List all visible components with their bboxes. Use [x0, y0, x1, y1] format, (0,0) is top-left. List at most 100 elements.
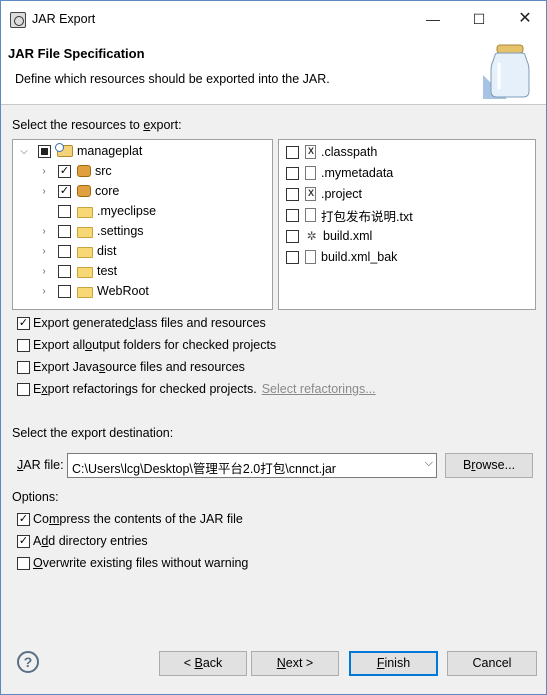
file-item-label: 打包发布说明.txt [321, 209, 413, 224]
checkbox-checked[interactable]: ✓ [17, 316, 30, 330]
chevron-right-icon[interactable]: › [38, 265, 50, 277]
checkbox-unchecked[interactable] [17, 556, 30, 570]
file-item-release-notes[interactable]: 打包发布说明.txt [286, 205, 413, 225]
file-item-label: .classpath [321, 145, 378, 159]
jar-export-dialog: JAR Export — ☐ ✕ JAR File Specification … [0, 0, 547, 695]
header-banner: JAR File Specification Define which reso… [1, 37, 546, 105]
back-button[interactable]: < Back [159, 651, 247, 676]
checkbox-unchecked[interactable] [58, 204, 71, 218]
tree-item-dist[interactable]: › dist [38, 241, 116, 261]
tree-item-label: core [95, 184, 120, 198]
close-button[interactable]: ✕ [505, 7, 545, 31]
jar-file-combo[interactable]: C:\Users\lcg\Desktop\管理平台2.0打包\cnnct.jar… [67, 453, 437, 478]
tree-item-test[interactable]: › test [38, 261, 117, 281]
tree-item-settings[interactable]: › .settings [38, 221, 144, 241]
xml-file-icon [305, 145, 316, 159]
add-directory-entries-checkbox[interactable]: ✓ Add directory entries [17, 534, 148, 548]
checkbox-unchecked[interactable] [17, 338, 30, 352]
folder-icon [77, 226, 93, 238]
chevron-right-icon[interactable]: › [38, 185, 50, 197]
resource-tree[interactable]: ⌵ manageplat › ✓ src › ✓ core .myeclipse… [12, 139, 273, 310]
file-item-label: build.xml [323, 229, 373, 243]
help-icon[interactable]: ? [17, 651, 39, 673]
file-item-project[interactable]: .project [286, 184, 362, 204]
checkbox-partial[interactable] [38, 144, 51, 158]
tree-item-label: dist [97, 244, 117, 258]
jar-file-path: C:\Users\lcg\Desktop\管理平台2.0打包\cnnct.jar [72, 462, 336, 476]
title-bar: JAR Export — ☐ ✕ [1, 1, 546, 37]
tree-item-core[interactable]: › ✓ core [38, 181, 119, 201]
tree-item-label: .settings [97, 224, 144, 238]
export-class-files-checkbox[interactable]: ✓ Export generated c lass files and resou… [17, 316, 266, 330]
tree-item-label: WebRoot [97, 284, 149, 298]
checkbox-unchecked[interactable] [286, 145, 299, 159]
checkbox-checked[interactable]: ✓ [17, 534, 30, 548]
chevron-right-icon[interactable]: › [38, 225, 50, 237]
checkbox-unchecked[interactable] [286, 166, 299, 180]
file-item-label: .mymetadata [321, 166, 394, 180]
destination-label: Select the export destination: [12, 426, 174, 440]
browse-button[interactable]: Browse... [445, 453, 533, 478]
xml-file-icon [305, 187, 316, 201]
chevron-right-icon[interactable]: › [38, 245, 50, 257]
chevron-down-icon[interactable]: ⌵ [18, 145, 30, 157]
checkbox-unchecked[interactable] [58, 244, 71, 258]
export-java-source-checkbox[interactable]: Export Java s ource files and resources [17, 360, 245, 374]
text-file-icon [305, 208, 316, 222]
chevron-right-icon[interactable]: › [38, 165, 50, 177]
tree-item-label: .myeclipse [97, 204, 157, 218]
resource-file-list[interactable]: .classpath .mymetadata .project 打包发布说明.t… [278, 139, 536, 310]
file-item-mymetadata[interactable]: .mymetadata [286, 163, 393, 183]
checkbox-checked[interactable]: ✓ [58, 164, 71, 178]
compress-contents-checkbox[interactable]: ✓ Co m press the contents of the JAR file [17, 512, 243, 526]
export-refactorings-checkbox[interactable]: Ex port refactorings for checked projects… [17, 382, 376, 396]
folder-icon [77, 246, 93, 258]
overwrite-files-checkbox[interactable]: Overwrite existing files without warning [17, 556, 248, 570]
next-button[interactable]: Next > [251, 651, 339, 676]
jar-file-label: JAR file: [17, 458, 64, 472]
finish-button[interactable]: Finish [349, 651, 438, 676]
file-icon [305, 166, 316, 180]
checkbox-unchecked[interactable] [58, 224, 71, 238]
checkbox-unchecked[interactable] [286, 250, 299, 264]
checkbox-unchecked[interactable] [17, 360, 30, 374]
jar-icon [483, 44, 530, 99]
page-description: Define which resources should be exporte… [15, 72, 330, 86]
checkbox-checked[interactable]: ✓ [58, 184, 71, 198]
project-icon [55, 143, 73, 157]
minimize-button[interactable]: — [413, 7, 453, 31]
ant-icon: ✲ [306, 228, 317, 243]
export-output-folders-checkbox[interactable]: Export all o utput folders for checked pr… [17, 338, 276, 352]
package-icon [77, 165, 91, 177]
tree-item-src[interactable]: › ✓ src [38, 161, 112, 181]
resources-label: Select the resources to export: [12, 118, 182, 132]
checkbox-unchecked[interactable] [286, 229, 299, 243]
tree-item-manageplat[interactable]: ⌵ manageplat [18, 141, 142, 161]
tree-item-label: src [95, 164, 112, 178]
file-item-label: build.xml_bak [321, 250, 398, 264]
chevron-right-icon[interactable]: › [38, 285, 50, 297]
select-refactorings-link[interactable]: Select refactorings... [262, 382, 376, 396]
tree-item-webroot[interactable]: › WebRoot [38, 281, 149, 301]
file-item-classpath[interactable]: .classpath [286, 142, 377, 162]
checkbox-unchecked[interactable] [17, 382, 30, 396]
checkbox-checked[interactable]: ✓ [17, 512, 30, 526]
cancel-button[interactable]: Cancel [447, 651, 537, 676]
package-icon [77, 185, 91, 197]
checkbox-unchecked[interactable] [58, 284, 71, 298]
tree-item-myeclipse[interactable]: .myeclipse [58, 201, 156, 221]
folder-icon [77, 286, 93, 298]
checkbox-unchecked[interactable] [286, 208, 299, 222]
file-icon [305, 250, 316, 264]
eclipse-icon [10, 12, 26, 28]
chevron-down-icon[interactable]: ⌵ [425, 457, 433, 470]
checkbox-unchecked[interactable] [286, 187, 299, 201]
folder-icon [77, 206, 93, 218]
options-label: Options: [12, 490, 59, 504]
page-title: JAR File Specification [8, 46, 145, 61]
file-item-build-xml[interactable]: ✲ build.xml [286, 226, 372, 246]
window-title: JAR Export [32, 12, 96, 26]
checkbox-unchecked[interactable] [58, 264, 71, 278]
file-item-build-xml-bak[interactable]: build.xml_bak [286, 247, 397, 267]
maximize-button[interactable]: ☐ [459, 7, 499, 31]
